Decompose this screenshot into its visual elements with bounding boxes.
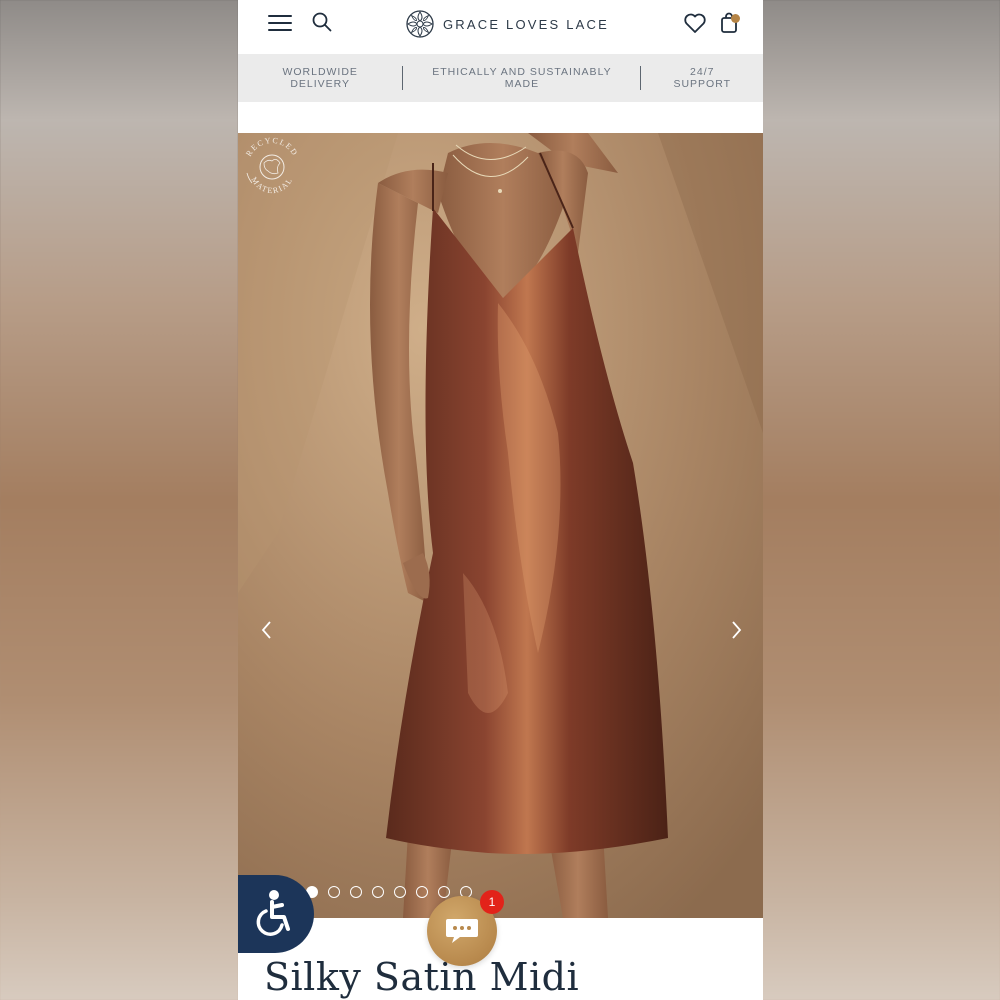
accessibility-button[interactable] <box>238 875 314 953</box>
usp-worldwide-delivery: WORLDWIDE DELIVERY <box>282 66 358 90</box>
carousel-dot[interactable] <box>416 886 428 898</box>
usp-ethically-made: ETHICALLY AND SUSTAINABLY MADE <box>432 66 612 90</box>
brand-name: GRACE LOVES LACE <box>443 16 609 32</box>
carousel-dot[interactable] <box>328 886 340 898</box>
search-icon[interactable] <box>311 11 333 33</box>
chevron-left-icon[interactable] <box>257 618 277 642</box>
spacer <box>238 102 763 133</box>
heart-icon[interactable] <box>683 12 707 34</box>
svg-text:MATERIAL: MATERIAL <box>249 175 294 195</box>
carousel-pagination <box>306 886 472 898</box>
cart-indicator-dot <box>731 14 740 23</box>
hamburger-icon[interactable] <box>268 13 294 33</box>
model-in-satin-dress-photo <box>238 133 763 918</box>
chat-bubble-icon <box>446 919 478 943</box>
blurred-backdrop-right <box>762 0 1000 1000</box>
site-header: GRACE LOVES LACE <box>238 0 763 54</box>
carousel-dot[interactable] <box>394 886 406 898</box>
brand-logo[interactable]: GRACE LOVES LACE <box>406 9 609 39</box>
carousel-dot[interactable] <box>372 886 384 898</box>
product-title: Silky Satin Midi <box>264 955 580 999</box>
recycled-material-badge: RECYCLED MATERIAL <box>244 136 298 195</box>
chevron-right-icon[interactable] <box>726 618 746 642</box>
chat-unread-badge: 1 <box>480 890 504 914</box>
blurred-backdrop-left <box>0 0 238 1000</box>
accessibility-icon <box>256 890 290 936</box>
mobile-page: GRACE LOVES LACE WORLDWIDE DELIVERY ETHIC… <box>238 0 763 1000</box>
carousel-dot[interactable] <box>350 886 362 898</box>
carousel-dot[interactable] <box>438 886 450 898</box>
product-image[interactable]: RECYCLED MATERIAL <box>238 133 763 918</box>
usp-support: 24/7 SUPPORT <box>673 66 732 90</box>
usp-strip: WORLDWIDE DELIVERY ETHICALLY AND SUSTAINA… <box>238 54 763 102</box>
lace-emblem-icon <box>406 10 434 38</box>
